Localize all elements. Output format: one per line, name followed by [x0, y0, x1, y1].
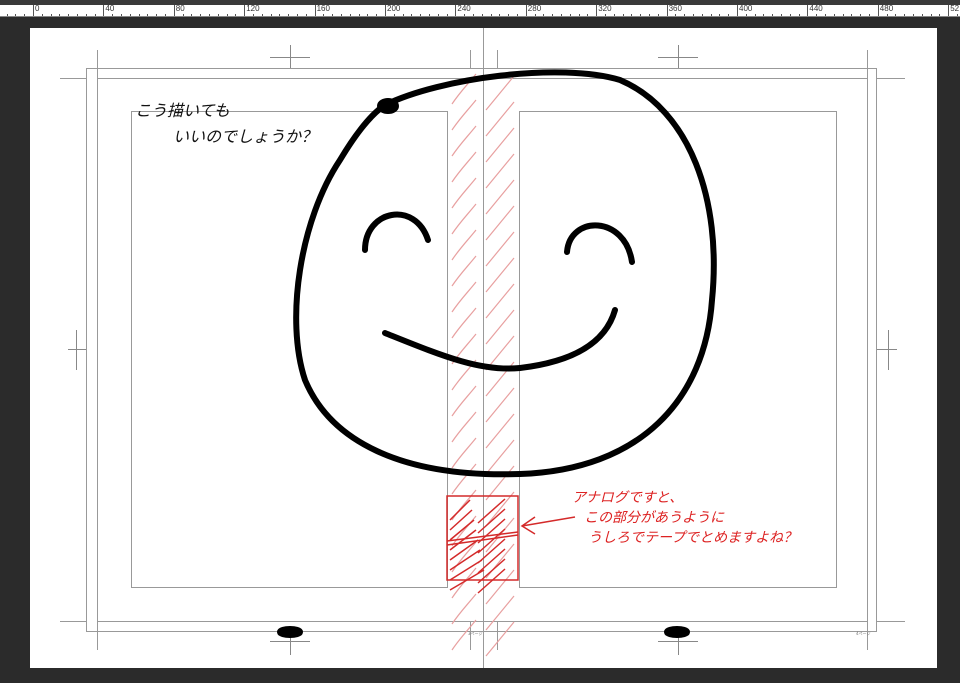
- note-line: いいのでしょうか？: [173, 127, 318, 146]
- note-line: この部分があうように: [584, 510, 724, 526]
- note-line: うしろでテープでとめますよね？: [588, 530, 798, 546]
- page-number-right: 4ページ: [856, 631, 871, 636]
- note-line: アナログですと、: [572, 490, 684, 506]
- tape-note: アナログですと、 この部分があうように うしろでテープでとめますよね？: [572, 488, 797, 548]
- question-note: こう描いても いいのでしょうか？: [135, 98, 317, 150]
- note-line: こう描いても: [135, 101, 230, 120]
- page-number-left: 3ページ: [468, 631, 483, 636]
